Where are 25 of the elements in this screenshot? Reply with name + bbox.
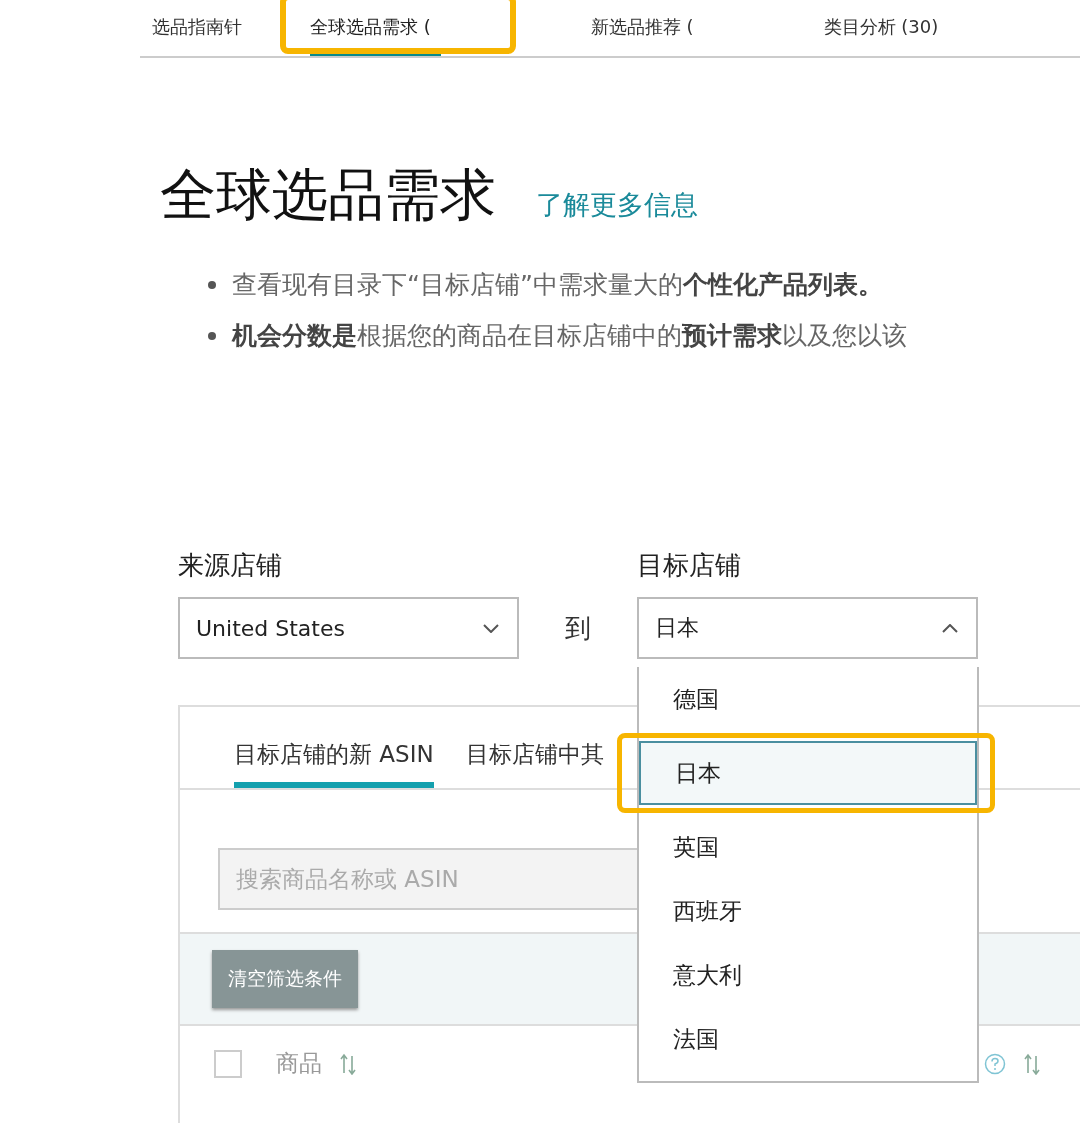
bullet-text: 机会分数是根据您的商品在目标店铺中的预计需求以及您以该 <box>232 320 907 352</box>
panel-tab[interactable]: 目标店铺中其 <box>465 739 604 788</box>
dropdown-option[interactable]: 意大利 <box>639 943 977 1007</box>
panel-tab[interactable]: 目标店铺的新 ASIN <box>234 739 434 788</box>
sort-icon <box>340 1052 356 1075</box>
checkbox[interactable] <box>214 1049 242 1078</box>
connector-text: 到 <box>564 612 592 645</box>
learn-more-link[interactable]: 了解更多信息 <box>536 187 698 223</box>
nav-tab[interactable]: 新选品推荐 ( <box>590 15 704 56</box>
nav-tab[interactable]: 选品指南针 <box>152 15 252 56</box>
dropdown-option[interactable]: 法国 <box>639 1007 977 1071</box>
sort-icon <box>1024 1052 1040 1075</box>
help-icon <box>984 1052 1006 1075</box>
caret-down-icon <box>483 623 499 633</box>
nav-tab[interactable]: 类目分析 (30) <box>823 15 949 56</box>
field-label: 来源店铺 <box>178 549 283 582</box>
dropdown-option[interactable]: 德国 <box>639 667 977 731</box>
caret-up-icon <box>942 623 958 633</box>
field-label: 目标店铺 <box>637 549 742 582</box>
page-title: 全球选品需求 <box>160 161 496 229</box>
bullet-dot <box>208 331 216 340</box>
dropdown-option[interactable]: 日本 <box>639 741 977 805</box>
bullet-dot <box>208 280 216 289</box>
nav-tab[interactable]: 全球选品需求 ( <box>310 15 441 56</box>
bullet-text: 查看现有目录下“目标店铺”中需求量大的个性化产品列表。 <box>232 269 883 301</box>
